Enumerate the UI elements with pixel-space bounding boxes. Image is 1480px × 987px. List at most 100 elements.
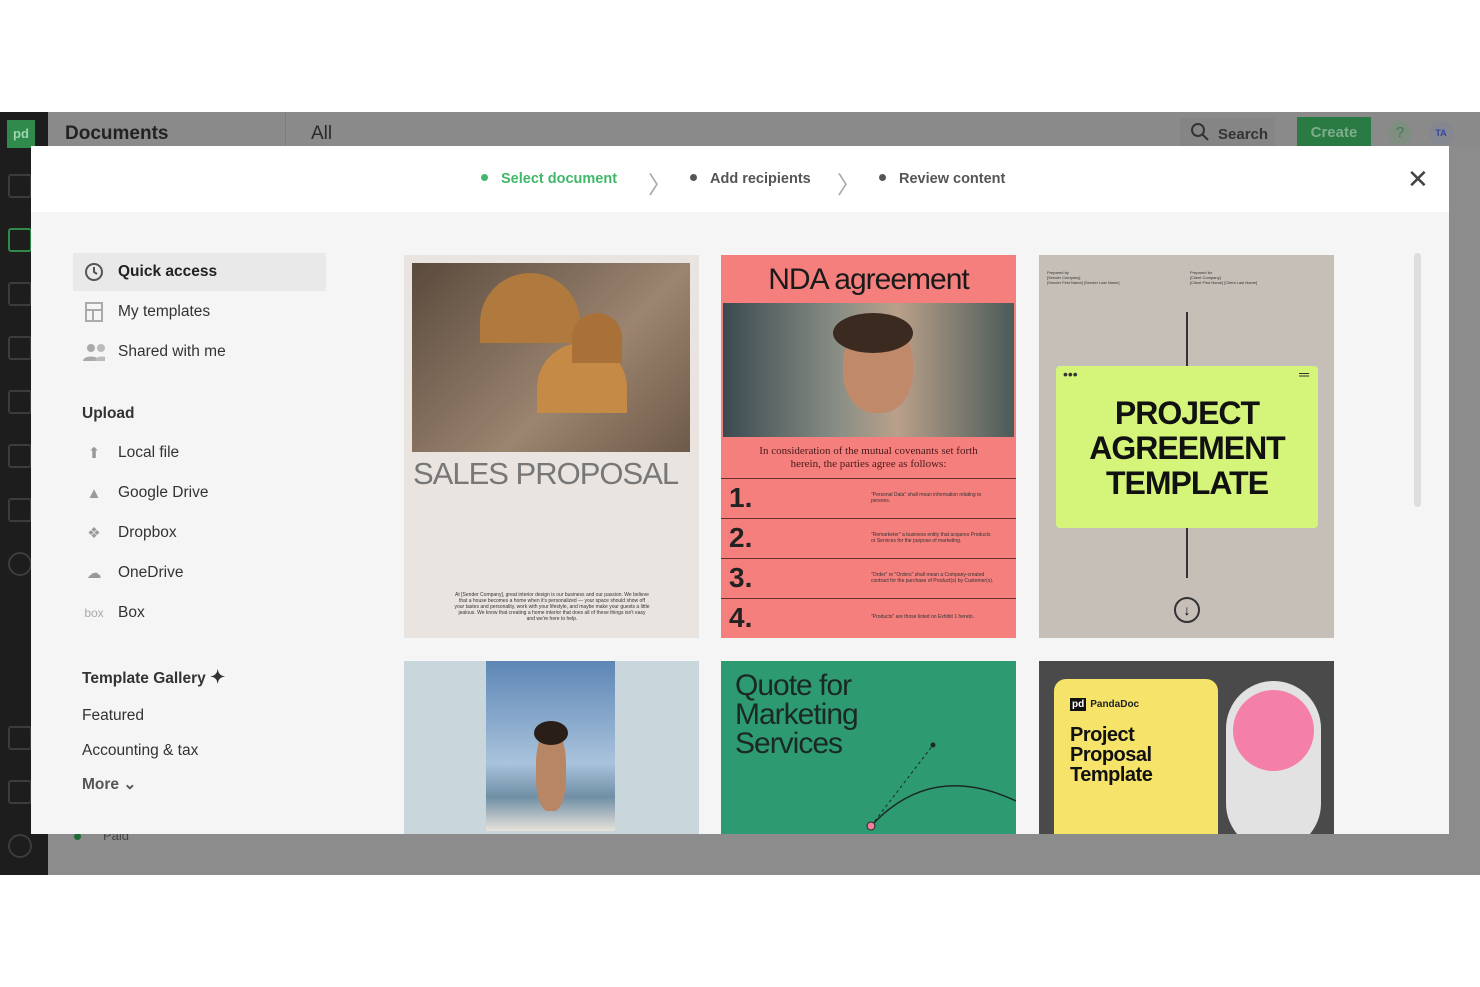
gallery-featured[interactable]: Featured xyxy=(82,707,144,725)
integrations-icon[interactable] xyxy=(8,780,32,804)
sparkle-icon: ✦ xyxy=(210,667,226,687)
step-label: Review content xyxy=(899,171,1006,187)
onedrive-icon: ☁ xyxy=(86,565,102,582)
upload-icon: ⬆ xyxy=(87,445,101,462)
template-gallery-heading: Template Gallery ✦ xyxy=(82,667,225,688)
client-name: [Client First Name] [Client Last Name] xyxy=(1190,280,1258,285)
step-label: Select document xyxy=(501,171,618,187)
more-button[interactable]: More ⌄ xyxy=(82,775,136,794)
template-picker-modal: Select document 〉 Add recipients 〉 Revie… xyxy=(31,146,1449,834)
connector-line xyxy=(1186,528,1188,578)
step-review-content[interactable]: Review content xyxy=(879,171,1005,187)
content-library-icon[interactable] xyxy=(8,390,32,414)
pandadoc-logo: pd xyxy=(7,120,35,148)
template-card-project-proposal[interactable]: pd PandaDoc Project Proposal Template xyxy=(1039,661,1334,834)
reports-icon[interactable] xyxy=(8,552,32,576)
catalog-icon[interactable] xyxy=(8,444,32,468)
inbox-icon[interactable] xyxy=(8,726,32,750)
clause-number: 4. xyxy=(729,602,753,633)
clock-icon xyxy=(83,261,105,283)
proposal-panel: pd PandaDoc Project Proposal Template xyxy=(1054,679,1218,834)
template-card-photo[interactable] xyxy=(404,661,699,834)
search-icon xyxy=(1191,123,1209,141)
gallery-heading-label: Template Gallery xyxy=(82,670,206,687)
upload-label: OneDrive xyxy=(118,564,184,581)
pandadoc-brand: pd PandaDoc xyxy=(1070,698,1140,711)
dropbox-icon: ❖ xyxy=(87,525,101,542)
templates-icon[interactable] xyxy=(8,282,32,306)
template-card-sales-proposal[interactable]: SALES PROPOSAL At [Sender Company], grea… xyxy=(404,255,699,638)
upload-box[interactable]: box Box xyxy=(73,594,326,632)
step-dot xyxy=(879,174,886,181)
curve-illustration xyxy=(866,742,1016,831)
scrollbar[interactable] xyxy=(1414,253,1421,507)
step-add-recipients[interactable]: Add recipients xyxy=(690,171,811,187)
toggle-illustration xyxy=(1226,681,1321,834)
google-drive-icon: ▲ xyxy=(86,484,102,502)
close-icon[interactable]: ✕ xyxy=(1407,164,1429,195)
clause-text: "Personal Data" shall mean information r… xyxy=(871,492,982,504)
upload-heading: Upload xyxy=(82,405,135,422)
step-select-document[interactable]: Select document xyxy=(481,171,617,187)
dashboard-icon[interactable] xyxy=(8,174,32,198)
upload-dropbox[interactable]: ❖ Dropbox xyxy=(73,514,326,552)
clause-text: "Products" are those listed on Exhibit 1… xyxy=(871,614,975,620)
clause-text: "Order" or "Orders" shall mean a Company… xyxy=(871,572,994,584)
upload-label: Local file xyxy=(118,444,180,461)
upload-label: Dropbox xyxy=(118,524,177,541)
sidebar-item-my-templates[interactable]: My templates xyxy=(73,293,326,331)
divider xyxy=(285,112,286,146)
nda-clause: 3. "Order" or "Orders" shall mean a Compa… xyxy=(721,558,1016,598)
card-title: PROJECT AGREEMENT TEMPLATE xyxy=(1089,395,1285,501)
prepared-by: Prepared by [Sender Company] [Sender First… xyxy=(1047,270,1119,285)
chevron-right-icon: 〉 xyxy=(648,172,672,199)
status-dot xyxy=(74,833,81,840)
box-icon: box xyxy=(84,606,104,620)
sender-name: [Sender First Name] [Sender Last Name] xyxy=(1047,280,1120,285)
clause-number: 2. xyxy=(729,522,753,553)
nda-clause: 1. "Personal Data" shall mean information… xyxy=(721,478,1016,518)
page-title: Documents xyxy=(65,123,169,144)
chevron-right-icon: 〉 xyxy=(837,172,861,199)
documents-icon[interactable] xyxy=(8,228,32,252)
sidebar-item-quick-access[interactable]: Quick access xyxy=(73,253,326,291)
clause-number: 1. xyxy=(729,482,753,513)
nda-clause: 2. "Remarketer" a business entity that ac… xyxy=(721,518,1016,558)
template-card-project-agreement[interactable]: Prepared by [Sender Company] [Sender First… xyxy=(1039,255,1334,638)
sidebar-item-shared-with-me[interactable]: Shared with me xyxy=(73,333,326,371)
lamps-image xyxy=(412,263,690,452)
top-bar: Documents All Search Create ? TA xyxy=(48,112,1480,147)
nda-clause: 4. "Products" are those listed on Exhibit… xyxy=(721,598,1016,638)
card-title: NDA agreement xyxy=(768,263,969,296)
gallery-accounting-tax[interactable]: Accounting & tax xyxy=(82,742,198,760)
more-dots-icon: ••• xyxy=(1063,366,1078,382)
clause-text: "Remarketer" a business entity that acqu… xyxy=(871,532,991,544)
upload-label: Box xyxy=(118,604,145,621)
sidebar-item-label: Quick access xyxy=(118,263,218,280)
forms-icon[interactable] xyxy=(8,336,32,360)
pandadoc-logo: pd xyxy=(1070,698,1087,711)
step-dot xyxy=(690,174,697,181)
upload-local-file[interactable]: ⬆ Local file xyxy=(73,434,326,472)
template-card-nda[interactable]: NDA agreement In consideration of the mu… xyxy=(721,255,1016,638)
clause-number: 3. xyxy=(729,562,753,593)
nda-clauses: 1. "Personal Data" shall mean information… xyxy=(721,478,1016,638)
search-button[interactable]: Search xyxy=(1180,118,1275,146)
help-button[interactable]: ? xyxy=(1388,121,1412,145)
brand-name: PandaDoc xyxy=(1090,699,1140,710)
settings-gear-icon[interactable] xyxy=(8,834,32,858)
agreement-panel: ••• ═ PROJECT AGREEMENT TEMPLATE xyxy=(1056,366,1318,528)
upload-onedrive[interactable]: ☁ OneDrive xyxy=(73,554,326,592)
arrow-down-icon: ↓ xyxy=(1174,597,1200,623)
prepared-for: Prepared for [Client Company] [Client Firs… xyxy=(1190,270,1257,285)
more-label: More xyxy=(82,776,120,793)
upload-google-drive[interactable]: ▲ Google Drive xyxy=(73,474,326,512)
avatar[interactable]: TA xyxy=(1429,121,1453,145)
modal-sidebar: Quick access My templates Shared with me… xyxy=(31,212,361,834)
sidebar-item-label: Shared with me xyxy=(118,343,226,360)
create-button[interactable]: Create xyxy=(1297,117,1371,147)
filter-all[interactable]: All xyxy=(311,123,332,145)
template-card-quote-marketing[interactable]: Quote for Marketing Services xyxy=(721,661,1016,834)
chevron-down-icon: ⌄ xyxy=(123,776,137,793)
contacts-icon[interactable] xyxy=(8,498,32,522)
